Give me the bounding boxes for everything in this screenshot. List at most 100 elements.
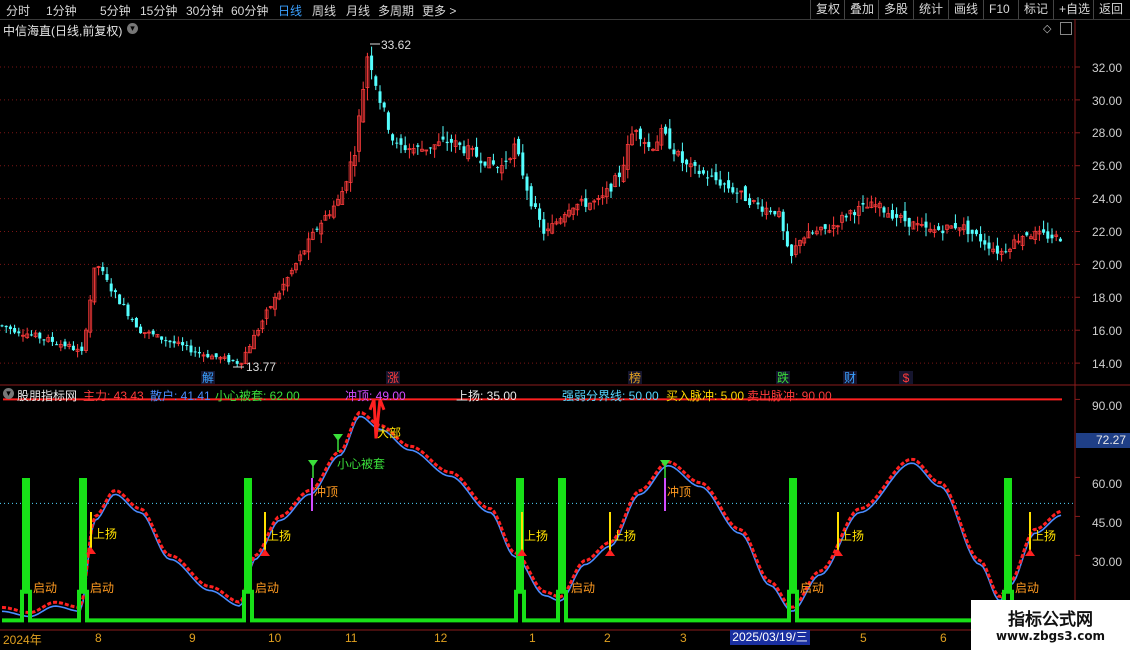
price-tick: 20.00 xyxy=(1092,258,1123,272)
candle-body xyxy=(731,187,735,193)
candle-body xyxy=(483,161,487,166)
candle-body xyxy=(966,220,970,235)
candle-body xyxy=(386,112,390,130)
cursor-value-badge: 72.27 xyxy=(1076,433,1130,448)
chongding-value: 冲顶: 49.00 xyxy=(345,389,406,403)
crosshair-date-badge: 2025/03/19/三 xyxy=(730,630,810,645)
price-tick: 30.00 xyxy=(1092,94,1123,108)
mairu-value: 买入脉冲: 5.00 xyxy=(666,389,745,403)
event-marker: 涨 xyxy=(387,370,399,385)
candle-body xyxy=(378,91,382,103)
sanhu-value: 散户: 41.41 xyxy=(150,389,211,403)
candle-body xyxy=(370,55,374,71)
main-force-line xyxy=(1,411,1062,615)
candle-body xyxy=(475,146,479,157)
candle-body xyxy=(937,226,941,230)
candle-body xyxy=(811,232,815,234)
candle-body xyxy=(164,340,168,342)
candle-body xyxy=(861,203,865,205)
xiaoxin-value: 小心被套: 62.00 xyxy=(215,389,300,403)
candle-body xyxy=(895,214,899,218)
candle-body xyxy=(0,325,4,327)
up-arrow-icon xyxy=(605,549,615,556)
candle-body xyxy=(214,353,218,358)
candle-body xyxy=(680,151,684,163)
date-tick: 2 xyxy=(604,631,611,645)
date-tick: 2024年 xyxy=(3,633,42,647)
candle-body xyxy=(995,245,999,254)
candle-body xyxy=(80,346,84,351)
candle-body xyxy=(584,198,588,207)
candle-body xyxy=(1058,238,1062,242)
candle-body xyxy=(710,175,714,177)
event-marker: 跌 xyxy=(777,370,789,385)
date-tick: 5 xyxy=(860,631,867,645)
candle-body xyxy=(449,138,453,143)
candle-body xyxy=(865,206,870,209)
candle-body xyxy=(374,76,378,86)
candle-body xyxy=(1050,234,1054,239)
candle-body xyxy=(756,202,760,205)
candle-body xyxy=(55,344,59,346)
candle-body xyxy=(130,319,134,321)
candle-body xyxy=(529,186,533,207)
qidong-label: 启动 xyxy=(1015,581,1039,595)
candle-body xyxy=(416,145,420,147)
candle-body xyxy=(785,231,789,247)
candle-body xyxy=(525,176,529,191)
ind-tick: 45.00 xyxy=(1092,516,1123,530)
down-arrow-icon xyxy=(308,460,318,467)
candle-body xyxy=(458,142,462,145)
chongding-label: 冲顶 xyxy=(667,484,691,499)
price-tick: 16.00 xyxy=(1092,324,1123,338)
candlestick-series xyxy=(0,46,1062,370)
price-tick: 28.00 xyxy=(1092,126,1123,140)
date-tick: 1 xyxy=(529,631,536,645)
ind-tick: 90.00 xyxy=(1092,399,1123,413)
candle-body xyxy=(760,206,764,212)
candle-body xyxy=(823,224,827,229)
candle-body xyxy=(445,141,449,144)
candle-body xyxy=(647,141,651,148)
candle-body xyxy=(4,325,8,328)
candle-body xyxy=(462,146,466,154)
date-tick: 10 xyxy=(268,631,282,645)
event-marker: 榜 xyxy=(629,370,641,385)
price-tick: 14.00 xyxy=(1092,357,1123,371)
candle-body xyxy=(718,179,722,186)
candle-body xyxy=(701,170,705,174)
candle-body xyxy=(391,134,395,141)
candle-body xyxy=(521,152,525,176)
candle-body xyxy=(399,138,403,145)
candle-body xyxy=(17,331,21,334)
candle-body xyxy=(441,136,445,140)
watermark-url: www.zbgs3.com xyxy=(995,629,1106,643)
candle-body xyxy=(727,180,731,189)
candle-body xyxy=(844,215,848,218)
candle-body xyxy=(748,198,752,206)
candle-body xyxy=(160,336,164,340)
qidong-label: 启动 xyxy=(33,581,57,595)
candle-body xyxy=(685,159,689,165)
indicator-name[interactable]: 股朋指标网 xyxy=(17,387,77,404)
shangyang-label: 上扬 xyxy=(267,528,291,543)
qidong-label: 启动 xyxy=(571,581,595,595)
candle-body xyxy=(134,318,138,328)
date-tick: 6 xyxy=(940,631,947,645)
candle-body xyxy=(428,147,432,149)
candle-body xyxy=(231,359,235,361)
candle-body xyxy=(790,244,794,256)
candle-body xyxy=(235,361,239,364)
candle-body xyxy=(403,145,407,151)
candle-body xyxy=(315,228,319,230)
date-tick: 12 xyxy=(434,631,448,645)
candle-body xyxy=(118,294,122,305)
candle-body xyxy=(706,177,710,179)
candle-body xyxy=(71,345,75,351)
candle-body xyxy=(206,353,210,358)
shangyang-label: 上扬 xyxy=(524,528,548,543)
down-arrow-icon xyxy=(333,434,343,441)
candle-body xyxy=(714,172,718,181)
candle-body xyxy=(63,341,67,347)
candle-body xyxy=(735,192,739,194)
